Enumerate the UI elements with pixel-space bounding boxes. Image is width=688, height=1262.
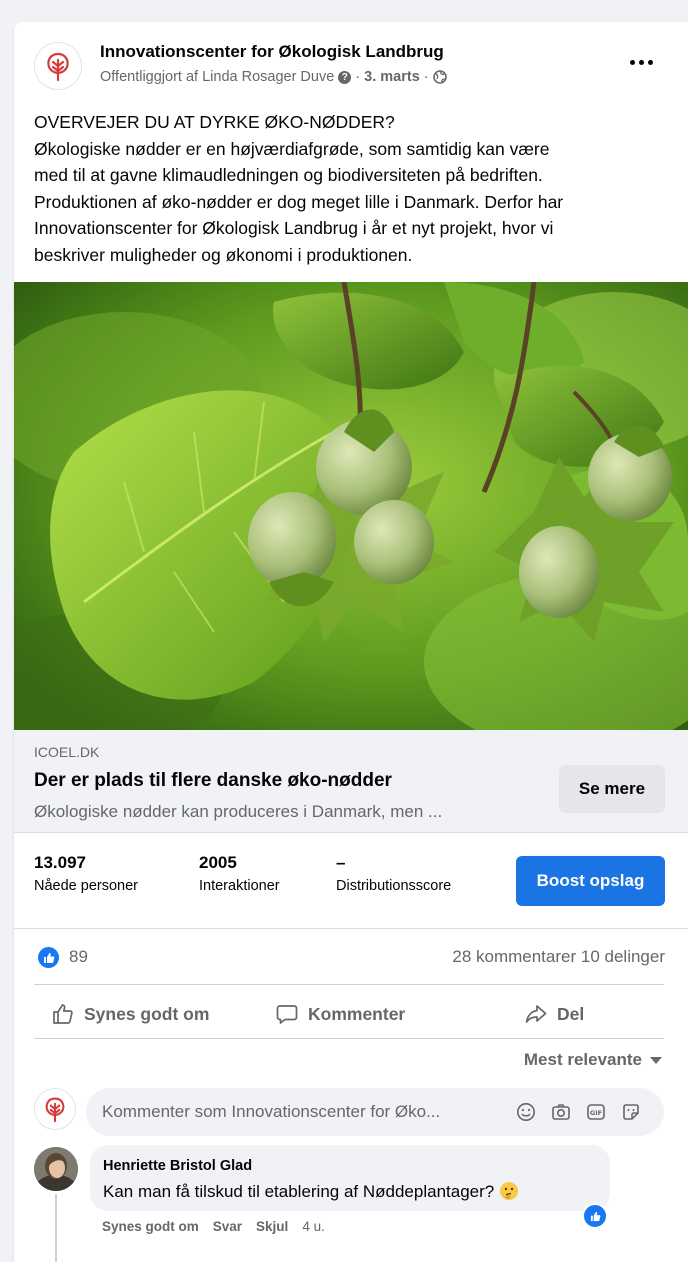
- comment-bubble-icon: [276, 1005, 298, 1024]
- thumbs-up-icon: [590, 1211, 600, 1221]
- published-by: Offentliggjort af Linda Rosager Duve: [100, 69, 335, 85]
- camera-icon[interactable]: [551, 1102, 571, 1122]
- interactions-value: 2005: [199, 853, 237, 872]
- thumbs-up-outline-icon: [53, 1004, 73, 1024]
- post-text-line: Produktionen af øko-nødder er dog meget …: [34, 191, 564, 212]
- post-text-line: Økologiske nødder er en højværdiafgrøde,…: [34, 138, 550, 159]
- meta-separator: ·: [355, 69, 361, 85]
- question-icon[interactable]: ?: [338, 70, 352, 84]
- distribution-label: Distributionsscore: [336, 878, 452, 894]
- link-title[interactable]: Der er plads til flere danske øko-nødder: [34, 770, 392, 792]
- post-header: Innovationscenter for Økologisk Landbrug…: [14, 22, 688, 112]
- link-description: Økologiske nødder kan produceres i Danma…: [34, 802, 443, 821]
- share-arrow-icon: [525, 1005, 547, 1023]
- comment-text-body: Kan man få tilskud til etablering af Nød…: [103, 1182, 495, 1201]
- comment-like-link[interactable]: Synes godt om: [102, 1219, 199, 1234]
- thinking-emoji-icon: [499, 1182, 518, 1200]
- dot-icon: [647, 59, 653, 65]
- avatar[interactable]: [34, 1147, 78, 1191]
- emoji-icon[interactable]: [516, 1102, 536, 1122]
- commenter-avatar: [34, 1088, 76, 1130]
- comment-author[interactable]: Henriette Bristol Glad: [103, 1158, 252, 1174]
- thumbs-up-icon: [43, 952, 54, 963]
- boost-post-button[interactable]: Boost opslag: [516, 856, 665, 906]
- shares-count[interactable]: 10 delinger: [581, 947, 665, 966]
- sort-label: Mest relevante: [523, 1050, 642, 1069]
- comment-button[interactable]: Kommenter: [276, 990, 405, 1038]
- comment-actions: Synes godt om Svar Skjul 4 u.: [102, 1219, 325, 1234]
- comment-button-label: Kommenter: [308, 1003, 406, 1024]
- link-preview[interactable]: ICOEL.DK Der er plads til flere danske ø…: [14, 730, 688, 833]
- user-photo: [34, 1147, 78, 1191]
- comment-bubble: Henriette Bristol Glad Kan man få tilsku…: [90, 1145, 610, 1211]
- comment-text: Kan man få tilskud til etablering af Nød…: [103, 1181, 519, 1202]
- page-name-link[interactable]: Innovationscenter for Økologisk Landbrug: [100, 42, 444, 62]
- svg-text:GIF: GIF: [590, 1109, 602, 1117]
- post-text-line: med til at gavne klimaudledningen og bio…: [34, 165, 543, 185]
- post-text-line: beskriver muligheder og økonomi i produk…: [34, 244, 413, 265]
- comment-input[interactable]: [102, 1088, 490, 1136]
- dot-icon: [629, 59, 635, 65]
- meta-separator: ·: [423, 69, 429, 85]
- caret-down-icon: [650, 1056, 662, 1064]
- post-image-hazelnuts[interactable]: [14, 282, 688, 730]
- reactions-summary: 89 28 kommentarer 10 delinger: [14, 928, 688, 986]
- gif-icon[interactable]: GIF: [586, 1102, 606, 1122]
- composer-tools: GIF: [516, 1102, 641, 1122]
- comment-age[interactable]: 4 u.: [302, 1219, 325, 1234]
- post-meta: Offentliggjort af Linda Rosager Duve ? ·…: [100, 69, 447, 85]
- divider: [34, 1038, 664, 1039]
- see-more-button[interactable]: Se mere: [559, 765, 665, 813]
- comment-composer: GIF: [86, 1088, 664, 1136]
- like-button[interactable]: Synes godt om: [52, 990, 209, 1038]
- thread-line: [55, 1194, 57, 1262]
- divider: [34, 984, 664, 985]
- page-avatar[interactable]: [34, 42, 82, 90]
- comment-reply-link[interactable]: Svar: [213, 1219, 242, 1234]
- link-domain: ICOEL.DK: [34, 744, 100, 760]
- dot-icon: [638, 59, 644, 65]
- reached-stat[interactable]: 13.097 Nåede personer: [34, 853, 138, 894]
- interactions-label: Interaktioner: [199, 878, 280, 894]
- comments-shares-count: 28 kommentarer 10 delinger: [452, 947, 665, 967]
- post-insights: 13.097 Nåede personer 2005 Interaktioner…: [14, 832, 688, 929]
- more-options-button[interactable]: [621, 50, 661, 74]
- share-button[interactable]: Del: [525, 990, 584, 1038]
- like-button-label: Synes godt om: [84, 1003, 210, 1024]
- comment-sort-dropdown[interactable]: Mest relevante: [524, 1050, 662, 1070]
- post-text-line: Innovationscenter for Økologisk Landbrug…: [34, 218, 554, 238]
- sprout-logo-icon: [45, 1097, 65, 1123]
- comment-like-badge[interactable]: [582, 1203, 608, 1229]
- post-text-line: OVERVEJER DU AT DYRKE ØKO-NØDDER?: [34, 112, 395, 132]
- reached-value: 13.097: [34, 853, 86, 872]
- post-date[interactable]: 3. marts: [364, 69, 420, 85]
- sprout-logo-icon: [47, 52, 69, 82]
- like-count[interactable]: 89: [69, 947, 88, 967]
- hazelnut-photo: [14, 282, 688, 730]
- interactions-stat[interactable]: 2005 Interaktioner: [199, 853, 280, 894]
- globe-icon: [432, 70, 447, 84]
- post-body: OVERVEJER DU AT DYRKE ØKO-NØDDER? Økolog…: [34, 109, 674, 268]
- like-reaction-icon[interactable]: [38, 947, 59, 968]
- comment-hide-link[interactable]: Skjul: [256, 1219, 288, 1234]
- post-card: Innovationscenter for Økologisk Landbrug…: [14, 22, 688, 1262]
- share-button-label: Del: [557, 1003, 585, 1024]
- sticker-icon[interactable]: [621, 1102, 641, 1122]
- distribution-value: –: [336, 853, 346, 872]
- comments-count[interactable]: 28 kommentarer: [452, 947, 576, 966]
- distribution-stat[interactable]: – Distributionsscore: [336, 853, 451, 894]
- reached-label: Nåede personer: [34, 878, 138, 894]
